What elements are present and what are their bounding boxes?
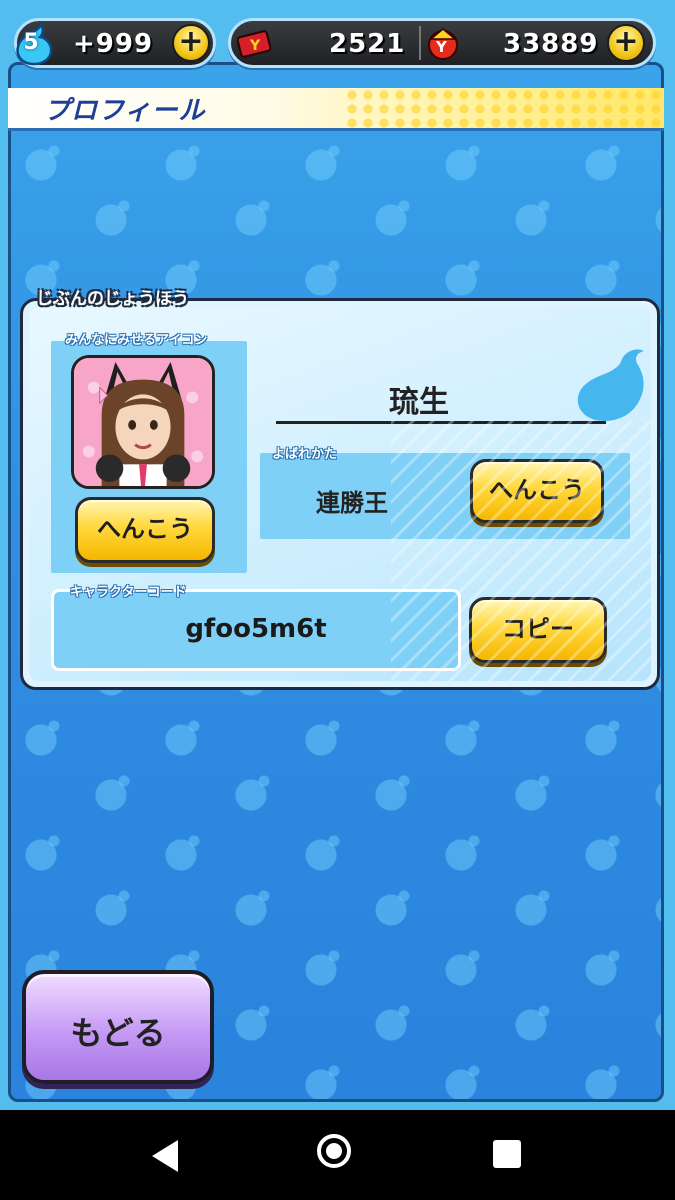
currency-pill: Y 2521 Y 33889 + [228, 18, 656, 68]
ymoney-coin-icon: Y [428, 28, 458, 60]
player-name: 琉生 [389, 385, 449, 420]
back-button[interactable]: もどる [22, 970, 214, 1084]
copy-code-button[interactable]: コピー [469, 597, 607, 663]
nav-back-icon[interactable] [152, 1140, 178, 1172]
page-header: プロフィール [8, 88, 664, 131]
player-title: 連勝王 [316, 489, 388, 517]
title-section-label: よばれかた [272, 447, 338, 462]
icon-section-label: みんなにみせるアイコン [65, 333, 208, 348]
add-stamina-button[interactable]: + [172, 24, 210, 62]
currency-divider [419, 26, 421, 60]
android-nav-bar [0, 1110, 675, 1200]
profile-section-title: じぶんのじょうほう [36, 289, 189, 309]
stamina-pill: 5 +999 + [14, 18, 216, 68]
change-title-button[interactable]: へんこう [470, 459, 604, 523]
avatar-portrait-icon [74, 358, 212, 486]
profile-panel-inner: みんなにみせるアイコン へんこう 琉生 よばれかた 連勝王 へんこう キャラクタ… [29, 307, 651, 681]
player-name-underline [276, 421, 606, 424]
character-code-field: キャラクターコード gfoo5m6t [51, 585, 461, 671]
ticket-icon: Y [237, 30, 272, 58]
add-coins-button[interactable]: + [607, 24, 645, 62]
level-number: 5 [23, 30, 39, 55]
character-code-label: キャラクターコード [70, 585, 187, 600]
title-section: よばれかた 連勝王 へんこう [260, 447, 630, 539]
profile-panel: みんなにみせるアイコン へんこう 琉生 よばれかた 連勝王 へんこう キャラクタ… [20, 298, 660, 690]
game-screen: 5 +999 + Y 2521 Y 33889 + プロフィール じぶんのじょう… [0, 0, 675, 1110]
level-badge: 5 [13, 22, 55, 66]
change-icon-button[interactable]: へんこう [75, 497, 215, 563]
header-decoration [344, 88, 664, 128]
nav-recent-apps-icon[interactable] [493, 1140, 521, 1168]
status-bar: 5 +999 + Y 2521 Y 33889 + [0, 0, 675, 70]
spirit-drop-icon [577, 349, 644, 421]
back-button-label: もどる [70, 1014, 166, 1052]
character-code-value: gfoo5m6t [185, 614, 327, 644]
svg-text:Y: Y [249, 38, 261, 54]
svg-text:Y: Y [435, 38, 448, 56]
page-title: プロフィール [44, 96, 206, 126]
coin-count: 33889 [503, 29, 599, 59]
stamina-value: +999 [73, 29, 154, 59]
icon-section: みんなにみせるアイコン へんこう [51, 333, 247, 573]
player-avatar[interactable] [71, 355, 215, 489]
nav-home-icon[interactable] [317, 1134, 351, 1168]
ticket-count: 2521 [329, 29, 406, 59]
